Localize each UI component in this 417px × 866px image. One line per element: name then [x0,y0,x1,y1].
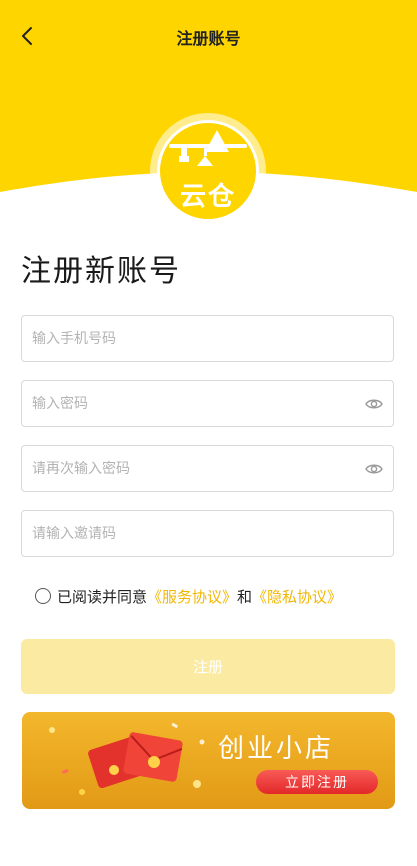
privacy-agreement-link[interactable]: 《隐私协议》 [252,586,342,607]
eye-icon[interactable] [365,395,383,413]
agreement-prefix: 已阅读并同意 [57,587,148,606]
promo-banner[interactable]: 创业小店 立即注册 [22,712,395,809]
logo-text: 云仓 [179,182,236,212]
password-confirm-input[interactable] [32,446,352,491]
agreement-row: 已阅读并同意 《服务协议》 和 《隐私协议》 [35,585,342,607]
app-logo: 云仓 [147,110,269,232]
nav-bar: 注册账号 [0,14,417,58]
eye-icon[interactable] [365,460,383,478]
invite-code-field[interactable] [21,510,394,557]
password-field[interactable] [21,380,394,427]
agreement-checkbox[interactable] [35,588,51,604]
phone-field[interactable] [21,315,394,362]
password-confirm-field[interactable] [21,445,394,492]
page-title: 注册新账号 [21,254,181,289]
invite-code-input[interactable] [32,511,352,556]
register-button[interactable]: 注册 [21,639,395,694]
service-agreement-link[interactable]: 《服务协议》 [147,586,237,607]
agreement-and: 和 [237,587,253,606]
password-input[interactable] [32,381,352,426]
banner-title: 创业小店 [218,734,335,764]
banner-artwork [22,712,395,809]
banner-register-button[interactable]: 立即注册 [256,770,378,794]
page-header-title: 注册账号 [176,29,241,48]
phone-input[interactable] [32,316,352,361]
